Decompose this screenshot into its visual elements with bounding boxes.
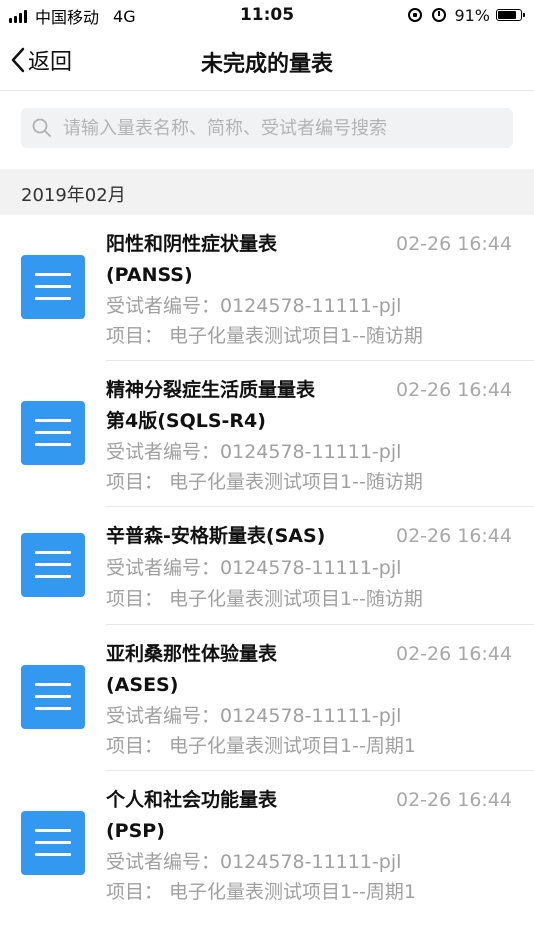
item-title: 精神分裂症生活质量量表 第4版(SQLS-R4) — [106, 375, 406, 437]
battery-fill — [498, 11, 516, 19]
item-title-line1: 个人和社会功能量表 — [106, 789, 278, 811]
item-project: 项目： 电子化量表测试项目1--周期1 — [106, 881, 416, 903]
list-item[interactable]: 亚利桑那性体验量表 (ASES) 02-26 16:44 受试者编号：01245… — [0, 625, 534, 771]
list-item[interactable]: 阳性和阴性症状量表 (PANSS) 02-26 16:44 受试者编号：0124… — [0, 215, 534, 361]
rotation-lock-icon — [408, 8, 423, 22]
document-icon — [21, 665, 85, 729]
item-title-line2: 第4版(SQLS-R4) — [106, 410, 266, 432]
item-subject: 受试者编号：0124578-11111-pjl — [106, 851, 402, 873]
item-title: 阳性和阴性症状量表 (PANSS) — [106, 229, 406, 291]
search-area — [0, 91, 534, 165]
item-title-line1: 精神分裂症生活质量量表 — [106, 379, 316, 401]
status-bar: 中国移动 4G 11:05 91% — [0, 0, 534, 30]
list-item[interactable]: 辛普森-安格斯量表(SAS) 02-26 16:44 受试者编号：0124578… — [0, 507, 534, 625]
item-title-line2: (PANSS) — [106, 264, 193, 286]
item-time: 02-26 16:44 — [395, 643, 512, 665]
search-input[interactable] — [61, 116, 495, 140]
list-item[interactable]: 个人和社会功能量表 (PSP) 02-26 16:44 受试者编号：012457… — [0, 771, 534, 917]
item-project: 项目： 电子化量表测试项目1--周期1 — [106, 735, 416, 757]
alarm-icon — [432, 8, 447, 22]
item-subject: 受试者编号：0124578-11111-pjl — [106, 441, 402, 463]
item-time: 02-26 16:44 — [395, 789, 512, 811]
item-title: 亚利桑那性体验量表 (ASES) — [106, 639, 406, 701]
item-project: 项目： 电子化量表测试项目1--随访期 — [106, 471, 423, 493]
item-title: 辛普森-安格斯量表(SAS) — [106, 521, 406, 552]
item-subject: 受试者编号：0124578-11111-pjl — [106, 295, 402, 317]
item-project: 项目： 电子化量表测试项目1--随访期 — [106, 325, 423, 347]
section-label: 2019年02月 — [21, 185, 126, 206]
page-title: 未完成的量表 — [200, 52, 333, 77]
item-title-line2: (ASES) — [106, 674, 179, 696]
document-icon — [21, 533, 85, 597]
item-title-line1: 辛普森-安格斯量表(SAS) — [106, 525, 326, 547]
item-title: 个人和社会功能量表 (PSP) — [106, 785, 406, 847]
item-title-line2: (PSP) — [106, 820, 165, 842]
document-icon — [21, 401, 85, 465]
document-icon — [21, 255, 85, 319]
item-time: 02-26 16:44 — [395, 525, 512, 547]
search-box[interactable] — [21, 108, 513, 148]
battery-percent: 91% — [454, 5, 490, 25]
item-title-line1: 阳性和阴性症状量表 — [106, 233, 278, 255]
item-subject: 受试者编号：0124578-11111-pjl — [106, 557, 402, 579]
document-icon — [21, 811, 85, 875]
status-right: 91% — [408, 5, 525, 25]
item-time: 02-26 16:44 — [395, 233, 512, 255]
search-icon — [32, 118, 51, 137]
nav-bar: 返回 未完成的量表 — [0, 30, 534, 91]
item-title-line1: 亚利桑那性体验量表 — [106, 643, 278, 665]
item-subject: 受试者编号：0124578-11111-pjl — [106, 705, 402, 727]
item-time: 02-26 16:44 — [395, 379, 512, 401]
battery-icon — [496, 9, 525, 21]
list-item[interactable]: 精神分裂症生活质量量表 第4版(SQLS-R4) 02-26 16:44 受试者… — [0, 361, 534, 507]
item-project: 项目： 电子化量表测试项目1--随访期 — [106, 588, 423, 610]
section-header: 2019年02月 — [0, 169, 534, 215]
